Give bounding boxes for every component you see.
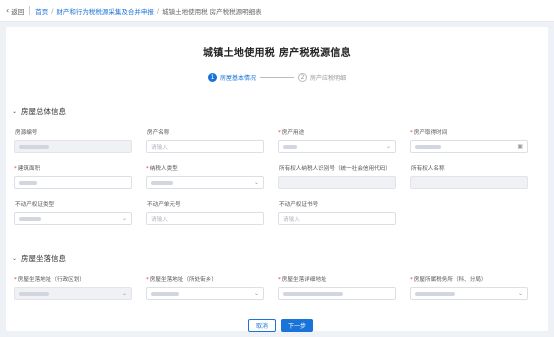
field-house-name: 房产名称 请输入 [146, 128, 264, 153]
chevron-down-icon: ⌄ [12, 255, 18, 262]
field-owner-name: 所有权人名称 [410, 164, 528, 189]
section-location-header[interactable]: ⌄ 房屋坐落信息 [12, 253, 66, 264]
step-2-label: 房产应税明细 [310, 75, 347, 82]
addr-detail-input[interactable] [278, 287, 396, 300]
page-title: 城镇土地使用税 房产税税源信息 [203, 48, 351, 59]
breadcrumb-tax-collection[interactable]: 财产和行为税税源采集及合并申报 [56, 6, 154, 16]
house-no-input[interactable] [14, 140, 132, 153]
chevron-left-icon: ‹ [6, 6, 10, 15]
form-card: 城镇土地使用税 房产税税源信息 1 房屋基本情况 2 房产应税明细 ⌄ 房屋总体… [6, 27, 548, 332]
chevron-down-icon: ⌄ [12, 108, 18, 115]
breadcrumb-current: 城镇土地使用税 房产税税源明细表 [162, 7, 262, 16]
field-owner-id: 所有权人纳税人识别号（统一社会信用代码） [278, 164, 396, 189]
step-1: 1 房屋基本情况 [207, 73, 256, 82]
field-cert-type: 不动产权证类型 ⌄ [14, 200, 132, 225]
next-button[interactable]: 下一步 [281, 319, 313, 332]
tax-office-select[interactable]: ⌄ [410, 287, 528, 300]
unit-no-input[interactable]: 请输入 [146, 212, 264, 225]
building-area-input[interactable] [14, 176, 132, 189]
breadcrumb-home[interactable]: 首页 [35, 6, 48, 16]
back-label: 返回 [11, 7, 25, 16]
step-connector [260, 77, 294, 78]
cert-no-input[interactable]: 请输入 [278, 212, 396, 225]
field-tax-office: *房屋所属税务所（科、分局） ⌄ [410, 275, 528, 300]
chevron-down-icon: ⌄ [121, 290, 127, 297]
chevron-down-icon: ⌄ [253, 179, 259, 186]
owner-name-input[interactable] [410, 176, 528, 189]
step-1-label: 房屋基本情况 [219, 75, 256, 82]
field-house-use: *房产用途 ⌄ [278, 128, 396, 153]
chevron-down-icon: ⌄ [517, 290, 523, 297]
calendar-icon: ▣ [517, 143, 523, 150]
addr-street-select[interactable]: ⌄ [146, 287, 264, 300]
field-taxpayer-type: *纳税人类型 ⌄ [146, 164, 264, 189]
house-name-input[interactable]: 请输入 [146, 140, 264, 153]
field-house-no: 房源编号 [14, 128, 132, 153]
breadcrumb: 首页 / 财产和行为税税源采集及合并申报 / 城镇土地使用税 房产税税源明细表 [35, 6, 262, 16]
field-acquire-time: *房产取得时间 ▣ [410, 128, 528, 153]
cancel-button[interactable]: 取消 [248, 319, 276, 332]
step-2: 2 房产应税明细 [298, 73, 346, 82]
field-building-area: *建筑面积 [14, 164, 132, 189]
top-bar: ‹ 返回 首页 / 财产和行为税税源采集及合并申报 / 城镇土地使用税 房产税税… [0, 0, 554, 22]
chevron-down-icon: ⌄ [253, 290, 259, 297]
field-unit-no: 不动产单元号 请输入 [146, 200, 264, 225]
step-indicator: 1 房屋基本情况 2 房产应税明细 [6, 73, 548, 82]
house-use-select[interactable]: ⌄ [278, 140, 396, 153]
section-house-info-header[interactable]: ⌄ 房屋总体信息 [12, 106, 66, 117]
step-2-number: 2 [298, 73, 307, 82]
divider [29, 6, 31, 15]
taxpayer-type-select[interactable]: ⌄ [146, 176, 264, 189]
field-addr-district: *房屋坐落地址（行政区划） ⌄ [14, 275, 132, 300]
chevron-down-icon: ⌄ [121, 215, 127, 222]
chevron-down-icon: ⌄ [385, 143, 391, 150]
back-button[interactable]: ‹ 返回 [6, 6, 24, 16]
acquire-time-picker[interactable]: ▣ [410, 140, 528, 153]
step-1-number: 1 [207, 73, 217, 82]
cert-type-select[interactable]: ⌄ [14, 212, 132, 225]
field-addr-street: *房屋坐落地址（所处街乡） ⌄ [146, 275, 264, 300]
addr-district-select[interactable]: ⌄ [14, 287, 132, 300]
field-addr-detail: *房屋坐落详细地址 [278, 275, 396, 300]
section-title: 房屋总体信息 [21, 107, 67, 116]
field-cert-no: 不动产权证书号 请输入 [278, 200, 396, 225]
owner-id-input[interactable] [278, 176, 396, 189]
section-title: 房屋坐落信息 [21, 254, 67, 263]
